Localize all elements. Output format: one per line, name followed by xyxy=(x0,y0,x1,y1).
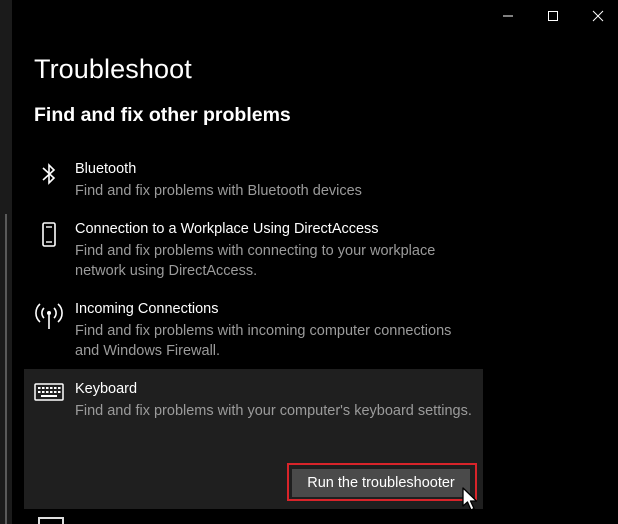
close-icon xyxy=(592,10,604,22)
bluetooth-icon xyxy=(32,161,66,195)
item-description: Find and fix problems with Bluetooth dev… xyxy=(75,183,362,199)
item-name: Connection to a Workplace Using DirectAc… xyxy=(75,221,379,237)
item-name: Bluetooth xyxy=(75,161,137,177)
item-description: Find and fix problems with your computer… xyxy=(75,403,472,419)
item-description: Find and fix problems with connecting to… xyxy=(75,243,436,279)
phone-device-icon xyxy=(32,221,66,255)
page-title: Troubleshoot xyxy=(34,54,192,84)
mouse-cursor-icon xyxy=(462,487,478,511)
highlight-annotation xyxy=(287,463,477,501)
troubleshooter-item-directaccess[interactable]: Connection to a Workplace Using DirectAc… xyxy=(24,221,483,281)
item-description: Find and fix problems with incoming comp… xyxy=(75,323,452,359)
minimize-icon xyxy=(503,15,513,17)
minimize-button[interactable] xyxy=(485,0,531,32)
maximize-button[interactable] xyxy=(530,0,576,32)
antenna-signal-icon xyxy=(32,301,66,335)
section-title: Find and fix other problems xyxy=(34,104,291,126)
scrollbar[interactable] xyxy=(5,214,7,524)
troubleshooter-item-bluetooth[interactable]: Bluetooth Find and fix problems with Blu… xyxy=(24,161,483,205)
maximize-icon xyxy=(548,11,558,21)
settings-window: Troubleshoot Find and fix other problems… xyxy=(0,0,618,524)
keyboard-icon xyxy=(32,381,66,415)
item-name: Keyboard xyxy=(75,381,138,397)
item-name: Incoming Connections xyxy=(75,301,219,317)
next-item-icon xyxy=(38,517,64,524)
close-button[interactable] xyxy=(575,0,618,32)
troubleshooter-item-incoming-connections[interactable]: Incoming Connections Find and fix proble… xyxy=(24,301,483,361)
